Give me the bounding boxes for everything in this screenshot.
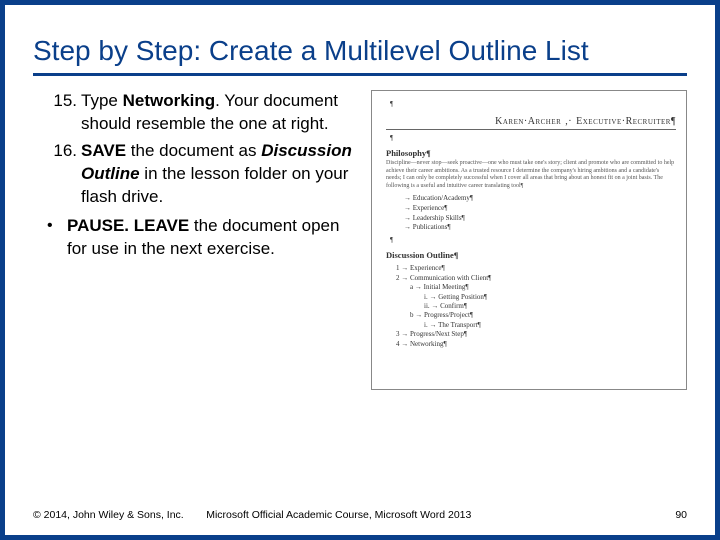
step-item: 16. SAVE the document as Discussion Outl…: [81, 140, 363, 209]
step-text: SAVE the document as Discussion Outline …: [81, 141, 352, 206]
slide-title: Step by Step: Create a Multilevel Outlin…: [33, 35, 687, 67]
doc-outline-item: i. → Getting Position¶: [424, 293, 676, 302]
doc-outline-item: 4 → Networking¶: [396, 340, 676, 349]
step-text: Type Networking. Your document should re…: [81, 91, 338, 133]
footer-course: Microsoft Official Academic Course, Micr…: [206, 509, 471, 521]
doc-outline-item: i. → The Transport¶: [424, 321, 676, 330]
step-item: 15.Type Networking. Your document should…: [81, 90, 363, 136]
step-number: 15.: [43, 90, 77, 113]
doc-name-first: Karen·Archer: [495, 116, 561, 127]
doc-heading-outline: Discussion Outline¶: [386, 250, 676, 260]
step-number: 16.: [43, 140, 77, 163]
pilcrow-icon: ¶: [390, 100, 676, 108]
footer: © 2014, John Wiley & Sons, Inc. Microsof…: [33, 509, 687, 521]
pilcrow-icon: ¶: [390, 236, 676, 244]
steps-list: 15.Type Networking. Your document should…: [33, 90, 363, 209]
instructions-column: 15.Type Networking. Your document should…: [33, 90, 363, 390]
doc-outline-item: 2 → Communication with Client¶: [396, 274, 676, 283]
doc-arrow-item: Education/Academy¶: [404, 194, 676, 204]
doc-outline-item: a → Initial Meeting¶: [410, 283, 676, 292]
footer-page-number: 90: [675, 509, 687, 521]
pause-text: PAUSE. LEAVE the document open for use i…: [67, 216, 339, 258]
doc-outline-item: 3 → Progress/Next Step¶: [396, 330, 676, 339]
bullet-dot-icon: •: [47, 215, 53, 237]
doc-arrow-item: Publications¶: [404, 223, 676, 233]
doc-arrow-list: Education/Academy¶Experience¶Leadership …: [404, 194, 676, 233]
doc-outline: 1 → Experience¶2 → Communication with Cl…: [392, 264, 676, 349]
doc-heading-philosophy: Philosophy¶: [386, 148, 676, 158]
title-underline: [33, 73, 687, 76]
doc-arrow-item: Leadership Skills¶: [404, 214, 676, 224]
doc-outline-item: ii. → Confirm¶: [424, 302, 676, 311]
pause-bullet: • PAUSE. LEAVE the document open for use…: [33, 215, 363, 261]
document-preview: ¶ Karen·Archer ,· Executive·Recruiter¶ ¶ P…: [371, 90, 687, 390]
doc-outline-item: b → Progress/Project¶: [410, 311, 676, 320]
pilcrow-icon: ¶: [390, 134, 676, 142]
doc-name-sep: ,·: [565, 116, 572, 127]
content-row: 15.Type Networking. Your document should…: [33, 90, 687, 390]
doc-arrow-item: Experience¶: [404, 204, 676, 214]
doc-name-role: Executive·Recruiter¶: [576, 116, 676, 127]
doc-header: Karen·Archer ,· Executive·Recruiter¶: [386, 116, 676, 130]
footer-copyright: © 2014, John Wiley & Sons, Inc.: [33, 509, 184, 521]
doc-outline-item: 1 → Experience¶: [396, 264, 676, 273]
slide: Step by Step: Create a Multilevel Outlin…: [0, 0, 720, 540]
doc-paragraph: Discipline—never stop—seek proactive—one…: [386, 160, 676, 190]
